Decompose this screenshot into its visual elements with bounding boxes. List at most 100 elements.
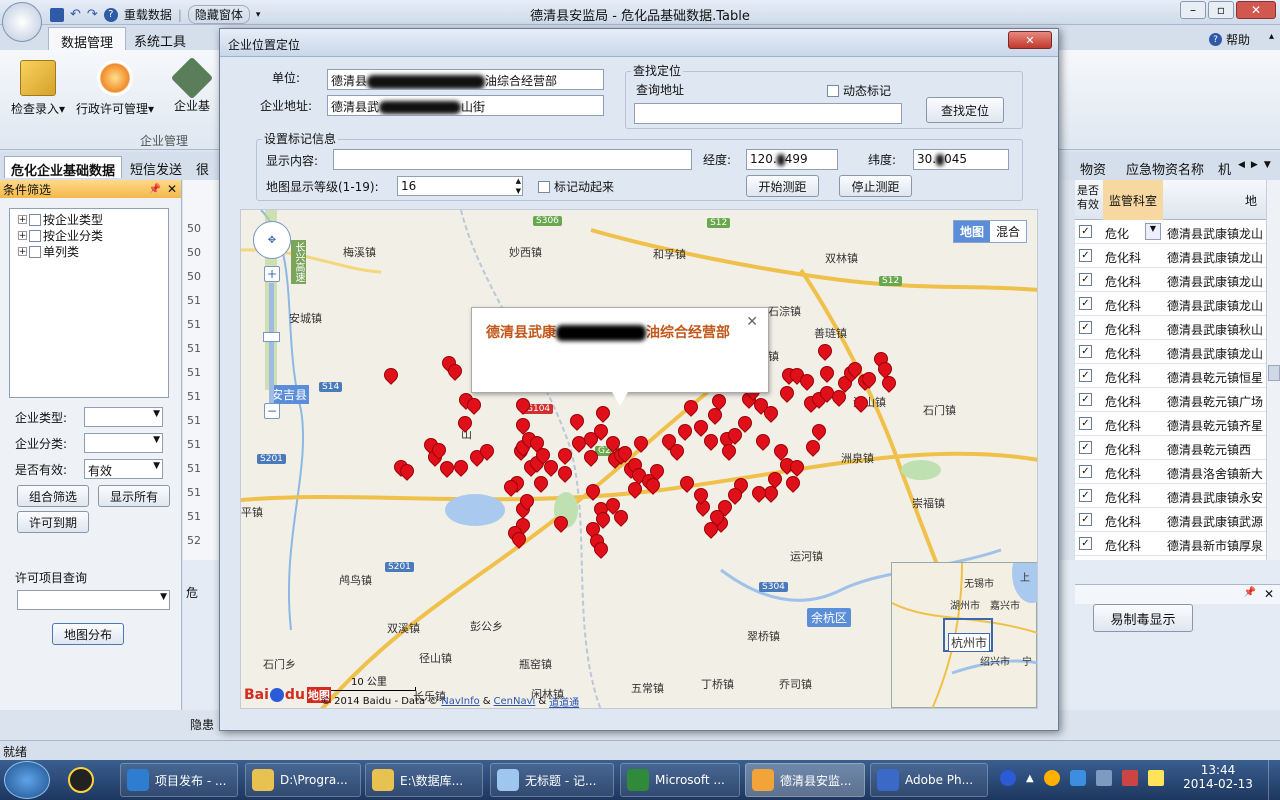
pin-icon[interactable]: 📌 <box>1244 587 1256 598</box>
address-cell[interactable]: 德清县新市镇厚泉 <box>1167 537 1263 554</box>
license-management-button[interactable]: 行政许可管理▾ <box>72 60 158 117</box>
clock[interactable]: 13:44 2014-02-13 <box>1178 763 1258 791</box>
daodaotong-link[interactable]: 道道通 <box>549 694 579 708</box>
valid-checkbox[interactable]: ✓ <box>1079 465 1092 478</box>
tab-system-tools[interactable]: 系统工具 <box>122 27 198 51</box>
dept-cell[interactable]: 危化科 <box>1105 369 1141 386</box>
ribbon-collapse-icon[interactable]: ▴ <box>1269 31 1274 42</box>
table-row[interactable]: ✓ 危化科 德清县乾元镇西 <box>1075 436 1280 460</box>
table-row[interactable]: ✓ 危化科 德清县武康镇永安 <box>1075 484 1280 508</box>
navinfo-link[interactable]: NavInfo <box>441 696 479 707</box>
dept-cell[interactable]: 危化 <box>1105 225 1129 242</box>
minimize-button[interactable]: – <box>1180 1 1206 19</box>
tab-data-management[interactable]: 数据管理 <box>48 27 127 51</box>
tab-supplies[interactable]: 物资 <box>1074 156 1112 178</box>
inspection-entry-button[interactable]: 检查录入▾ <box>8 60 68 117</box>
dept-cell[interactable]: 危化科 <box>1105 321 1141 338</box>
table-row[interactable]: ✓ 危化科 德清县武康镇龙山 <box>1075 268 1280 292</box>
qq-pinned-icon[interactable] <box>68 767 94 793</box>
dept-cell[interactable]: 危化科 <box>1105 249 1141 266</box>
tray-volume-muted-icon[interactable] <box>1121 770 1138 786</box>
expand-icon[interactable]: + <box>18 231 27 241</box>
tab-hazchem-base-data[interactable]: 危化企业基础数据 <box>4 156 123 179</box>
zoom-out-button[interactable]: − <box>264 403 280 419</box>
table-row[interactable]: ✓ 危化科 德清县乾元镇恒星 <box>1075 364 1280 388</box>
taskbar-item[interactable]: D:\Progra... <box>245 763 361 797</box>
tab-partial[interactable]: 很 <box>190 156 215 178</box>
address-cell[interactable]: 德清县洛舍镇新大 <box>1167 465 1263 482</box>
taskbar-item[interactable]: 德清县安监... <box>745 763 865 797</box>
zoom-slider-track[interactable] <box>269 283 274 403</box>
taskbar-item[interactable]: Microsoft ... <box>620 763 740 797</box>
overview-map[interactable]: 无锡市 湖州市 嘉兴市 杭州市 绍兴市 上宁 <box>891 562 1037 708</box>
display-content-input[interactable] <box>333 149 692 170</box>
taskbar-item[interactable]: 无标题 - 记... <box>490 763 614 797</box>
tray-ime-icon[interactable] <box>1069 770 1086 786</box>
tab-sms-send[interactable]: 短信发送 <box>124 156 188 178</box>
is-valid-select[interactable]: 有效 ▼ <box>84 459 163 479</box>
valid-checkbox[interactable]: ✓ <box>1079 321 1092 334</box>
tree-item-enterprise-type[interactable]: + 按企业类型 <box>18 211 103 228</box>
tray-paw-icon[interactable] <box>1000 770 1016 786</box>
valid-checkbox[interactable]: ✓ <box>1079 249 1092 262</box>
enterprise-base-button[interactable]: 企业基 <box>164 56 220 114</box>
tray-notes-icon[interactable] <box>1147 770 1164 786</box>
stop-measure-button[interactable]: 停止测距 <box>839 175 912 197</box>
dept-cell[interactable]: 危化科 <box>1105 393 1141 410</box>
license-query-select[interactable]: ▼ <box>17 590 170 610</box>
tree-item-enterprise-class[interactable]: + 按企业分类 <box>18 227 103 244</box>
tab-scroll-left-icon[interactable]: ◀ <box>1238 160 1245 170</box>
valid-checkbox[interactable]: ✓ <box>1079 393 1092 406</box>
valid-checkbox[interactable]: ✓ <box>1079 513 1092 526</box>
dept-cell[interactable]: 危化科 <box>1105 273 1141 290</box>
table-row[interactable]: ✓ 危化科 德清县洛舍镇新大 <box>1075 460 1280 484</box>
table-row[interactable]: ✓ 危化科 德清县新市镇厚泉 <box>1075 532 1280 556</box>
panel-close-icon[interactable]: ✕ <box>167 182 177 196</box>
dynamic-mark-checkbox[interactable]: 动态标记 <box>827 82 891 99</box>
expand-icon[interactable]: + <box>18 215 27 225</box>
animate-mark-checkbox[interactable]: 标记动起来 <box>538 178 614 195</box>
address-cell[interactable]: 德清县武康镇龙山 <box>1167 249 1263 266</box>
valid-checkbox[interactable]: ✓ <box>1079 417 1092 430</box>
show-all-button[interactable]: 显示所有 <box>98 485 170 507</box>
table-row[interactable]: ✓ 危化科 德清县武康镇龙山 <box>1075 292 1280 316</box>
zoom-slider-thumb[interactable] <box>263 332 280 342</box>
valid-checkbox[interactable]: ✓ <box>1079 345 1092 358</box>
taskbar-item[interactable]: E:\数据库... <box>365 763 483 797</box>
popup-close-icon[interactable]: ✕ <box>746 314 758 330</box>
valid-checkbox[interactable]: ✓ <box>1079 297 1092 310</box>
maximize-button[interactable]: ▫ <box>1208 1 1234 19</box>
tab-list-icon[interactable]: ▼ <box>1264 160 1271 170</box>
valid-checkbox[interactable]: ✓ <box>1079 369 1092 382</box>
license-expire-button[interactable]: 许可到期 <box>17 511 89 533</box>
start-button[interactable] <box>4 761 50 799</box>
address-cell[interactable]: 德清县武康镇秋山 <box>1167 321 1263 338</box>
address-cell[interactable]: 德清县武康镇武源 <box>1167 513 1263 530</box>
dept-cell[interactable]: 危化科 <box>1105 345 1141 362</box>
table-row[interactable]: ✓ 危化科 德清县武康镇龙山 <box>1075 244 1280 268</box>
start-measure-button[interactable]: 开始测距 <box>746 175 819 197</box>
tree-checkbox[interactable] <box>29 213 41 226</box>
address-field[interactable]: 德清县武 山街 <box>327 95 604 116</box>
latitude-field[interactable]: 30. 045 <box>913 149 1009 170</box>
table-row[interactable]: ✓ 危化科 德清县武康镇龙山 <box>1075 340 1280 364</box>
map-type-hybrid-button[interactable]: 混合 <box>990 221 1026 242</box>
help-link[interactable]: ? 帮助 <box>1208 31 1250 48</box>
dept-cell[interactable]: 危化科 <box>1105 489 1141 506</box>
spinner-up-icon[interactable]: ▲ <box>516 177 521 185</box>
dept-cell[interactable]: 危化科 <box>1105 537 1141 554</box>
table-row[interactable]: ✓ 危化科 德清县武康镇秋山 <box>1075 316 1280 340</box>
grid-scrollbar[interactable] <box>1266 180 1280 560</box>
map-type-map-button[interactable]: 地图 <box>954 221 991 242</box>
col-header-valid[interactable]: 是否有效 <box>1077 184 1099 212</box>
search-locate-button[interactable]: 查找定位 <box>926 97 1004 123</box>
enterprise-type-select[interactable]: ▼ <box>84 407 163 427</box>
address-cell[interactable]: 德清县乾元镇齐星 <box>1167 417 1263 434</box>
valid-checkbox[interactable]: ✓ <box>1079 489 1092 502</box>
dept-cell[interactable]: 危化科 <box>1105 297 1141 314</box>
cennavi-link[interactable]: CenNavi <box>494 696 536 707</box>
map-distribution-button[interactable]: 地图分布 <box>52 623 124 645</box>
unit-field[interactable]: 德清县 油综合经营部 <box>327 69 604 90</box>
address-cell[interactable]: 德清县武康镇龙山 <box>1167 225 1263 242</box>
scroll-thumb[interactable] <box>1268 365 1280 381</box>
